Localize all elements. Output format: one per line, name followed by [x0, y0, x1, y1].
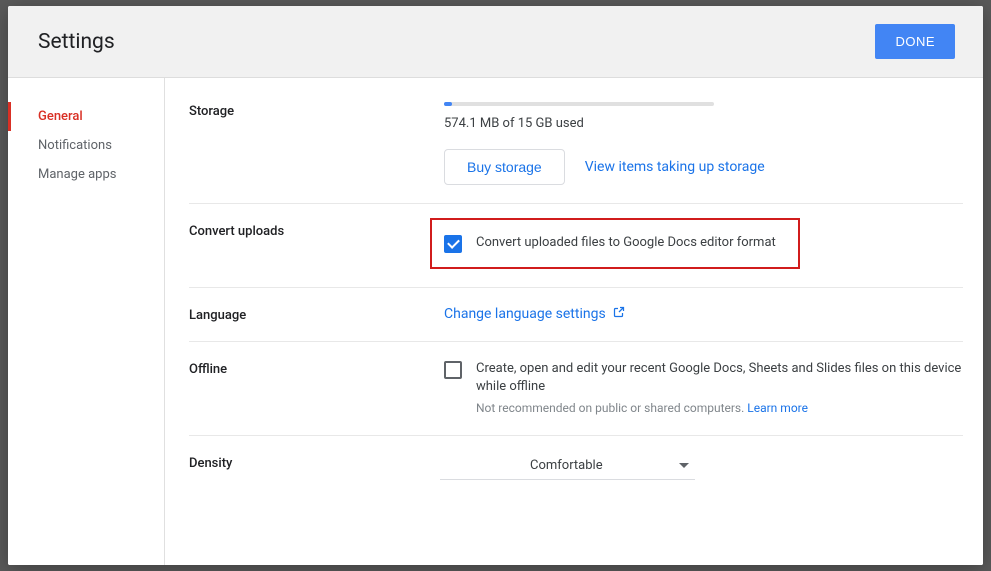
done-button[interactable]: DONE: [875, 24, 955, 59]
external-link-icon: [613, 306, 625, 322]
storage-actions: Buy storage View items taking up storage: [444, 149, 963, 185]
convert-row: Convert uploaded files to Google Docs ed…: [444, 234, 786, 253]
density-value: Comfortable: [530, 458, 603, 473]
sidebar-item-notifications[interactable]: Notifications: [8, 131, 164, 160]
convert-body: Convert uploaded files to Google Docs ed…: [444, 222, 963, 269]
settings-dialog: Settings DONE General Notifications Mana…: [8, 6, 983, 565]
offline-body: Create, open and edit your recent Google…: [444, 360, 963, 417]
scrollbar[interactable]: [968, 95, 974, 558]
section-language: Language Change language settings: [189, 288, 963, 342]
offline-text: Create, open and edit your recent Google…: [476, 360, 963, 396]
dialog-header: Settings DONE: [8, 6, 983, 78]
section-storage: Storage 574.1 MB of 15 GB used Buy stora…: [189, 102, 963, 204]
section-offline: Offline Create, open and edit your recen…: [189, 342, 963, 436]
change-language-link[interactable]: Change language settings: [444, 306, 625, 322]
convert-checkbox[interactable]: [444, 235, 462, 253]
section-convert-uploads: Convert uploads Convert uploaded files t…: [189, 204, 963, 288]
convert-label: Convert uploads: [189, 222, 444, 269]
offline-note: Not recommended on public or shared comp…: [476, 400, 963, 417]
view-storage-link[interactable]: View items taking up storage: [585, 159, 765, 175]
storage-label: Storage: [189, 102, 444, 185]
convert-text: Convert uploaded files to Google Docs ed…: [476, 234, 786, 252]
buy-storage-button[interactable]: Buy storage: [444, 149, 565, 185]
storage-progress: [444, 102, 714, 106]
language-label: Language: [189, 306, 444, 323]
density-body: Comfortable: [444, 454, 963, 480]
page-title: Settings: [38, 30, 115, 54]
storage-body: 574.1 MB of 15 GB used Buy storage View …: [444, 102, 963, 185]
offline-row: Create, open and edit your recent Google…: [444, 360, 963, 417]
sidebar: General Notifications Manage apps: [8, 78, 165, 565]
storage-progress-fill: [444, 102, 452, 106]
content-area: Storage 574.1 MB of 15 GB used Buy stora…: [165, 78, 983, 565]
offline-note-prefix: Not recommended on public or shared comp…: [476, 401, 747, 415]
section-density: Density Comfortable: [189, 436, 963, 498]
offline-label: Offline: [189, 360, 444, 417]
storage-used-text: 574.1 MB of 15 GB used: [444, 116, 963, 131]
chevron-down-icon: [679, 463, 689, 468]
learn-more-link[interactable]: Learn more: [747, 401, 808, 415]
offline-checkbox[interactable]: [444, 361, 462, 379]
density-select[interactable]: Comfortable: [440, 454, 695, 480]
convert-highlight: Convert uploaded files to Google Docs ed…: [430, 218, 800, 269]
offline-text-wrap: Create, open and edit your recent Google…: [476, 360, 963, 417]
sidebar-item-general[interactable]: General: [8, 102, 164, 131]
density-label: Density: [189, 454, 444, 480]
language-body: Change language settings: [444, 306, 963, 323]
change-language-text: Change language settings: [444, 306, 606, 322]
sidebar-item-manage-apps[interactable]: Manage apps: [8, 160, 164, 189]
dialog-body: General Notifications Manage apps Storag…: [8, 78, 983, 565]
